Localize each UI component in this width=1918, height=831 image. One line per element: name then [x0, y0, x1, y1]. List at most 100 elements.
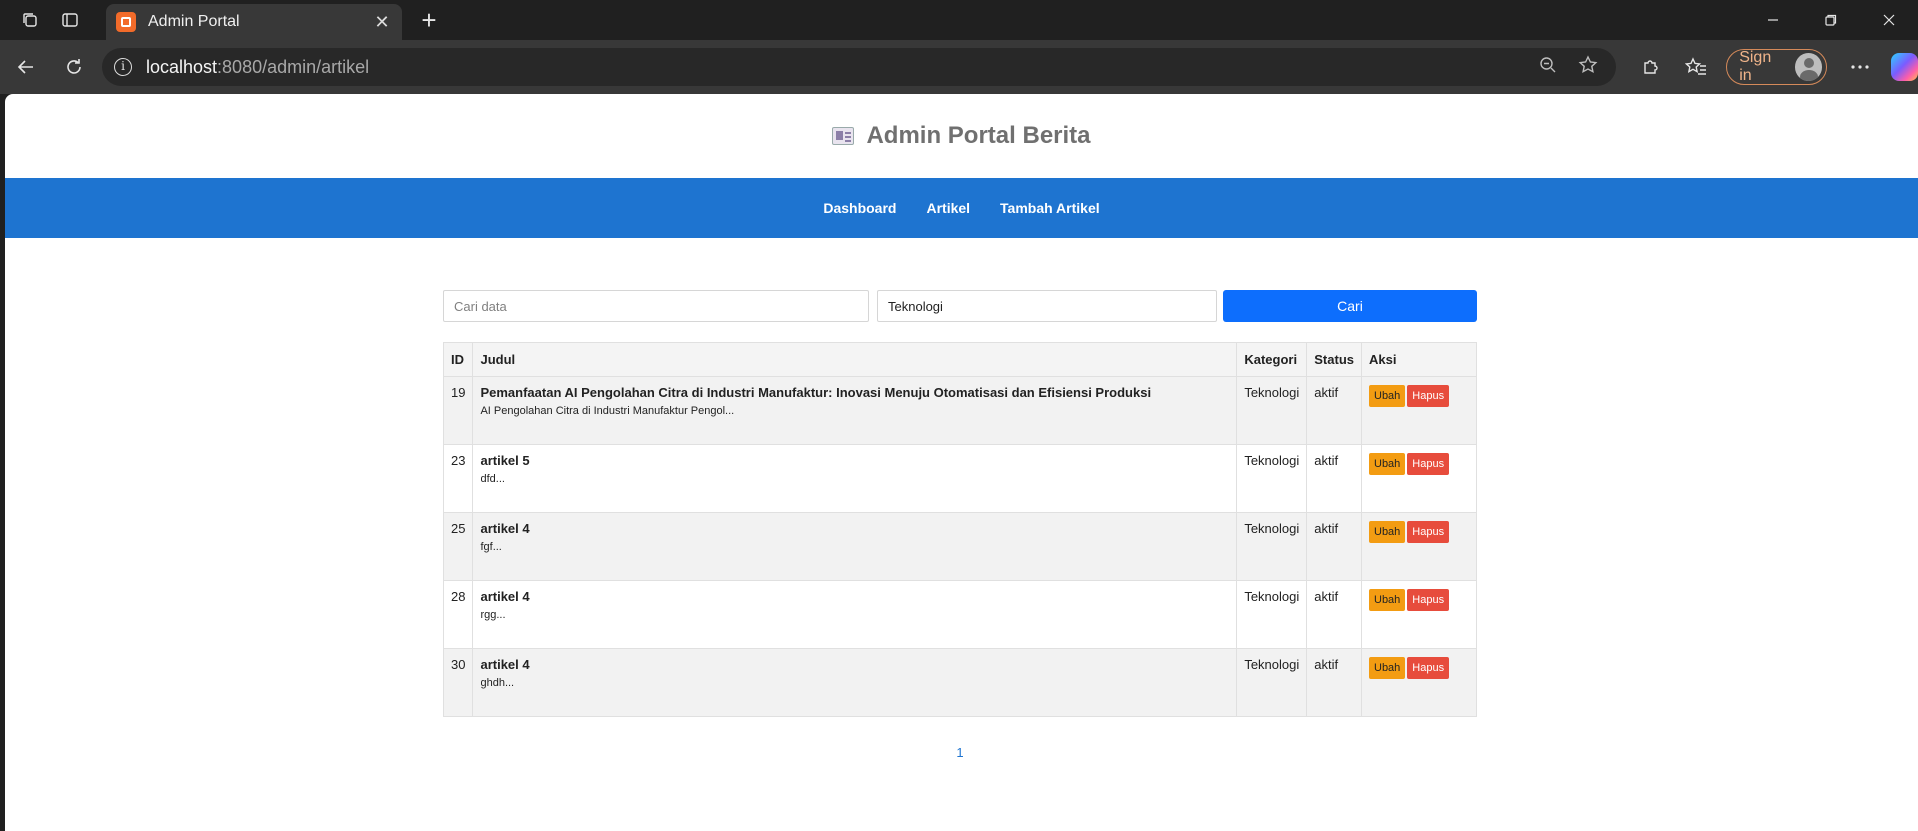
cell-kategori: Teknologi	[1236, 512, 1308, 581]
sign-in-button[interactable]: Sign in	[1726, 49, 1828, 85]
delete-button[interactable]: Hapus	[1407, 589, 1450, 611]
edit-button[interactable]: Ubah	[1369, 521, 1406, 543]
cell-id: 23	[442, 444, 474, 513]
url-host: localhost	[146, 56, 218, 77]
minimize-icon[interactable]	[1744, 0, 1802, 40]
copilot-icon[interactable]	[1890, 53, 1918, 81]
edit-button[interactable]: Ubah	[1369, 385, 1406, 407]
cell-judul: artikel 4 ghdh...	[472, 648, 1238, 717]
edit-button[interactable]: Ubah	[1369, 657, 1406, 679]
cell-aksi: Ubah Hapus	[1361, 648, 1477, 717]
article-title: Pemanfaatan AI Pengolahan Citra di Indus…	[480, 385, 1152, 400]
category-select[interactable]: Teknologi	[877, 290, 1217, 322]
cell-kategori: Teknologi	[1236, 648, 1308, 717]
table-row: 19 Pemanfaatan AI Pengolahan Citra di In…	[442, 376, 1477, 445]
cell-kategori: Teknologi	[1236, 580, 1308, 649]
cell-kategori: Teknologi	[1236, 376, 1308, 445]
cell-id: 30	[442, 648, 474, 717]
restore-icon[interactable]	[1802, 0, 1860, 40]
article-excerpt: fgf...	[480, 541, 502, 553]
newspaper-icon	[832, 127, 855, 145]
cell-status: aktif	[1306, 512, 1362, 581]
tab-actions-icon[interactable]	[50, 0, 90, 40]
edit-button[interactable]: Ubah	[1369, 453, 1406, 475]
site-info-icon[interactable]: i	[114, 58, 132, 76]
cell-status: aktif	[1306, 376, 1362, 445]
tab-admin-portal[interactable]: Admin Portal ✕	[106, 4, 402, 40]
cell-status: aktif	[1306, 444, 1362, 513]
edit-button[interactable]: Ubah	[1369, 589, 1406, 611]
tab-title: Admin Portal	[148, 13, 240, 30]
article-table: ID Judul Kategori Status Aksi 19 Pemanfa…	[442, 342, 1477, 717]
tab-close-icon[interactable]: ✕	[372, 12, 392, 33]
more-options-icon[interactable]	[1837, 64, 1882, 70]
back-icon[interactable]	[6, 47, 46, 87]
article-excerpt: AI Pengolahan Citra di Industri Manufakt…	[480, 405, 735, 417]
cell-aksi: Ubah Hapus	[1361, 444, 1477, 513]
cell-judul: artikel 4 rgg...	[472, 580, 1238, 649]
cell-judul: artikel 5 dfd...	[472, 444, 1238, 513]
table-row: 23 artikel 5 dfd... Teknologi aktif Ubah H…	[442, 444, 1477, 513]
page-link-1[interactable]: 1	[956, 745, 963, 760]
window-controls	[1744, 0, 1918, 40]
delete-button[interactable]: Hapus	[1407, 521, 1450, 543]
article-title: artikel 4	[480, 589, 530, 604]
browser-toolbar: i localhost:8080/admin/artikel Sign in	[0, 40, 1918, 94]
extensions-icon[interactable]	[1628, 57, 1673, 77]
article-excerpt: ghdh...	[480, 677, 515, 689]
favorite-star-icon[interactable]	[1568, 54, 1608, 80]
xampp-favicon-icon	[116, 12, 136, 32]
nav-tambah-artikel[interactable]: Tambah Artikel	[1000, 200, 1100, 216]
cell-id: 19	[442, 376, 474, 445]
delete-button[interactable]: Hapus	[1407, 453, 1450, 475]
main-nav: Dashboard Artikel Tambah Artikel	[5, 178, 1918, 238]
search-input[interactable]: Cari data	[443, 290, 869, 322]
article-excerpt: dfd...	[480, 473, 505, 485]
delete-button[interactable]: Hapus	[1407, 657, 1450, 679]
col-aksi: Aksi	[1361, 342, 1477, 377]
url-path: :8080/admin/artikel	[217, 56, 370, 77]
site-title: Admin Portal Berita	[866, 122, 1091, 149]
cell-id: 28	[442, 580, 474, 649]
address-bar[interactable]: i localhost:8080/admin/artikel	[102, 48, 1616, 86]
col-status: Status	[1306, 342, 1362, 377]
col-judul: Judul	[472, 342, 1238, 377]
article-title: artikel 4	[480, 657, 530, 672]
cell-judul: Pemanfaatan AI Pengolahan Citra di Indus…	[472, 376, 1238, 445]
page-viewport: Admin Portal Berita Dashboard Artikel Ta…	[5, 94, 1918, 831]
site-header: Admin Portal Berita	[5, 94, 1918, 178]
cell-status: aktif	[1306, 580, 1362, 649]
table-row: 28 artikel 4 rgg... Teknologi aktif Ubah H…	[442, 580, 1477, 649]
delete-button[interactable]: Hapus	[1407, 385, 1450, 407]
nav-dashboard[interactable]: Dashboard	[823, 200, 896, 216]
sign-in-label: Sign in	[1739, 49, 1772, 84]
col-kategori: Kategori	[1236, 342, 1308, 377]
cell-judul: artikel 4 fgf...	[472, 512, 1238, 581]
site-title-wrap: Admin Portal Berita	[832, 122, 1091, 150]
article-title: artikel 4	[480, 521, 530, 536]
toolbar-right: Sign in	[1628, 48, 1918, 86]
cell-aksi: Ubah Hapus	[1361, 580, 1477, 649]
cell-id: 25	[442, 512, 474, 581]
window-close-icon[interactable]	[1860, 0, 1918, 40]
pagination: 1	[443, 745, 1477, 760]
refresh-icon[interactable]	[54, 47, 94, 87]
table-row: 25 artikel 4 fgf... Teknologi aktif Ubah H…	[442, 512, 1477, 581]
nav-artikel[interactable]: Artikel	[926, 200, 970, 216]
zoom-out-icon[interactable]	[1528, 56, 1568, 79]
table-header-row: ID Judul Kategori Status Aksi	[442, 342, 1477, 377]
main-content: Cari data Teknologi Cari ID Judul Katego…	[442, 290, 1477, 760]
new-tab-button[interactable]: +	[414, 6, 444, 36]
search-form: Cari data Teknologi Cari	[443, 290, 1477, 322]
cell-aksi: Ubah Hapus	[1361, 376, 1477, 445]
cell-status: aktif	[1306, 648, 1362, 717]
article-excerpt: rgg...	[480, 609, 506, 621]
article-title: artikel 5	[480, 453, 530, 468]
cell-aksi: Ubah Hapus	[1361, 512, 1477, 581]
profile-avatar-icon	[1795, 53, 1823, 81]
cell-kategori: Teknologi	[1236, 444, 1308, 513]
favorites-icon[interactable]	[1673, 57, 1718, 77]
search-button[interactable]: Cari	[1223, 290, 1477, 322]
workspaces-icon[interactable]	[10, 0, 50, 40]
col-id: ID	[442, 342, 474, 377]
